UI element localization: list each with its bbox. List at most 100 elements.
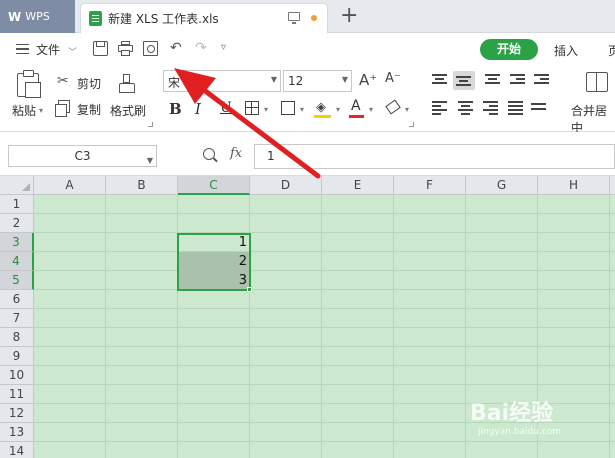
- undo-icon[interactable]: ↶: [170, 41, 185, 56]
- font-group-expand-icon[interactable]: [409, 122, 414, 127]
- shrink-font-icon[interactable]: A⁻: [385, 71, 401, 86]
- align-top-icon[interactable]: [432, 74, 447, 87]
- cell-c5[interactable]: 3: [178, 271, 250, 290]
- row-header-1[interactable]: 1: [0, 195, 34, 214]
- font-size-select[interactable]: 12 ▼: [283, 70, 352, 92]
- row-header-11[interactable]: 11: [0, 385, 34, 404]
- new-tab-button[interactable]: +: [340, 3, 358, 29]
- cut-button[interactable]: 剪切: [77, 75, 101, 92]
- row-header-5[interactable]: 5: [0, 271, 34, 290]
- chevron-down-icon: ▼: [270, 75, 277, 84]
- grid-line: [34, 289, 615, 290]
- merge-center-button[interactable]: 合并居中: [571, 102, 615, 136]
- column-header-c[interactable]: C: [178, 176, 250, 195]
- xls-file-icon: [89, 11, 102, 26]
- row-header-4[interactable]: 4: [0, 252, 34, 271]
- chevron-down-icon[interactable]: ﹀: [68, 45, 77, 58]
- format-painter-icon[interactable]: [119, 74, 135, 96]
- underline-button[interactable]: U: [220, 100, 232, 116]
- font-name-select[interactable]: 宋 ▼: [163, 70, 281, 92]
- copy-button[interactable]: 复制: [77, 101, 101, 118]
- align-left-icon[interactable]: [432, 101, 447, 115]
- monitor-icon[interactable]: [288, 12, 300, 24]
- cell-fill-icon[interactable]: [281, 101, 295, 115]
- column-header-g[interactable]: G: [466, 176, 538, 195]
- print-icon[interactable]: [118, 41, 133, 56]
- justify-icon[interactable]: [508, 101, 523, 115]
- border-dropdown-icon[interactable]: ▾: [264, 105, 268, 114]
- fill-color-dropdown-icon[interactable]: ▾: [336, 105, 340, 114]
- decrease-indent-icon[interactable]: [510, 74, 525, 87]
- tab-page-layout[interactable]: 页: [608, 42, 615, 59]
- paste-icon[interactable]: [17, 70, 41, 98]
- cell-c3[interactable]: 1: [178, 233, 250, 252]
- row-header-13[interactable]: 13: [0, 423, 34, 442]
- save-icon[interactable]: [93, 41, 108, 56]
- grid-line: [34, 270, 615, 271]
- redo-icon[interactable]: ↷: [195, 41, 210, 56]
- fx-icon[interactable]: fx: [230, 146, 242, 161]
- distributed-align-icon[interactable]: [531, 101, 546, 114]
- paste-button[interactable]: 粘贴: [12, 102, 36, 119]
- chevron-down-icon: ▼: [341, 75, 348, 84]
- format-painter-button[interactable]: 格式刷: [110, 102, 146, 119]
- align-right-icon[interactable]: [483, 101, 498, 115]
- formula-input[interactable]: 1: [254, 144, 615, 169]
- align-middle-icon[interactable]: [453, 71, 475, 90]
- scissors-icon[interactable]: ✂: [57, 73, 69, 89]
- font-color-icon[interactable]: A: [351, 98, 361, 114]
- grid-line: [34, 327, 615, 328]
- column-header-h[interactable]: H: [538, 176, 610, 195]
- align-bottom-icon[interactable]: [485, 74, 500, 87]
- column-header-f[interactable]: F: [394, 176, 466, 195]
- grid-line: [34, 384, 615, 385]
- name-box[interactable]: C3 ▼: [8, 145, 157, 167]
- row-header-10[interactable]: 10: [0, 366, 34, 385]
- column-header-b[interactable]: B: [106, 176, 178, 195]
- increase-indent-icon[interactable]: [534, 74, 549, 87]
- font-color-dropdown-icon[interactable]: ▾: [369, 105, 373, 114]
- ribbon-toolbar: 粘贴 ▾ ✂ 剪切 复制 格式刷 宋 ▼ 12 ▼ A⁺ A⁻ B I U ▾ …: [0, 64, 615, 135]
- column-header-a[interactable]: A: [34, 176, 106, 195]
- grow-font-icon[interactable]: A⁺: [359, 71, 377, 89]
- eraser-icon[interactable]: [385, 99, 401, 115]
- fill-color-swatch: [314, 115, 331, 118]
- paste-dropdown-icon[interactable]: ▾: [39, 106, 43, 115]
- column-header-d[interactable]: D: [250, 176, 322, 195]
- row-header-12[interactable]: 12: [0, 404, 34, 423]
- row-header-3[interactable]: 3: [0, 233, 34, 252]
- column-header-i[interactable]: [610, 176, 615, 195]
- row-header-9[interactable]: 9: [0, 347, 34, 366]
- select-all-corner[interactable]: [0, 176, 34, 195]
- copy-icon[interactable]: [55, 100, 70, 117]
- document-tab[interactable]: 新建 XLS 工作表.xls: [80, 3, 328, 33]
- hamburger-icon[interactable]: [16, 44, 29, 54]
- merge-center-icon[interactable]: [586, 72, 608, 92]
- tab-insert[interactable]: 插入: [554, 42, 578, 59]
- fill-color-icon[interactable]: ◈: [316, 100, 326, 115]
- name-box-value: C3: [74, 149, 91, 163]
- border-icon[interactable]: [245, 101, 259, 115]
- grid-line: [34, 308, 615, 309]
- file-menu-button[interactable]: 文件: [36, 41, 60, 58]
- align-center-icon[interactable]: [458, 101, 473, 115]
- cell-c4[interactable]: 2: [178, 252, 250, 271]
- eraser-dropdown-icon[interactable]: ▾: [405, 105, 409, 114]
- grid-line: [34, 365, 615, 366]
- row-header-2[interactable]: 2: [0, 214, 34, 233]
- quick-access-more-icon[interactable]: ▿: [221, 42, 236, 57]
- row-header-14[interactable]: 14: [0, 442, 34, 458]
- print-preview-icon[interactable]: [143, 41, 158, 56]
- bold-button[interactable]: B: [169, 100, 182, 118]
- row-header-8[interactable]: 8: [0, 328, 34, 347]
- zoom-icon[interactable]: [203, 148, 215, 160]
- column-header-e[interactable]: E: [322, 176, 394, 195]
- row-header-6[interactable]: 6: [0, 290, 34, 309]
- wps-home-tab[interactable]: W WPS: [0, 0, 75, 33]
- tab-start[interactable]: 开始: [480, 39, 538, 60]
- cell-fill-dropdown-icon[interactable]: ▾: [300, 105, 304, 114]
- row-header-7[interactable]: 7: [0, 309, 34, 328]
- italic-button[interactable]: I: [195, 100, 201, 118]
- unsaved-dot-icon: [311, 15, 317, 21]
- clipboard-group-expand-icon[interactable]: [148, 122, 153, 127]
